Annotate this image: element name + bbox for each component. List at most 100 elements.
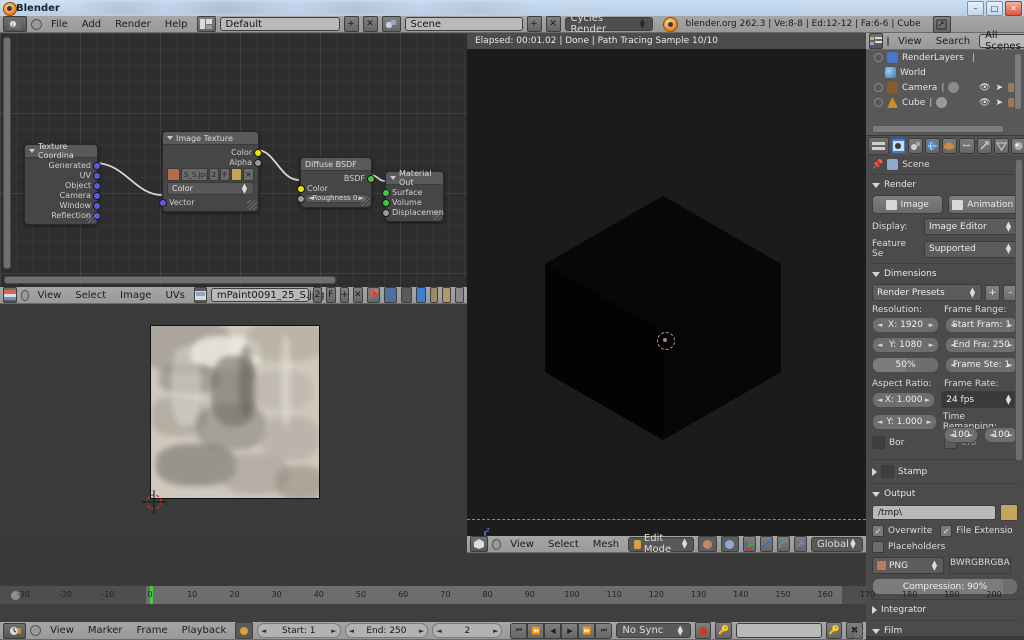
menu-marker[interactable]: Marker [83, 625, 128, 636]
chevron-right-icon[interactable] [872, 467, 877, 476]
aspect-x-field[interactable]: ◄ X: 1.000 ► [872, 391, 936, 408]
unlink-image-icon[interactable]: ✕ [243, 168, 254, 181]
jump-to-start-button[interactable]: ⏮ [510, 622, 528, 639]
arrow-left-icon[interactable]: ◄ [308, 194, 313, 202]
frame-step-field[interactable]: ◄ Frame Ste: 1 ► [945, 357, 1018, 373]
tab-material[interactable] [1010, 138, 1024, 154]
socket-icon[interactable] [93, 192, 101, 200]
color-mode-rgba[interactable]: RGBA [984, 558, 1010, 573]
play-button[interactable]: ▶ [561, 622, 579, 639]
socket-icon[interactable] [254, 149, 262, 157]
screen-layout-field[interactable]: Default [219, 17, 340, 31]
image-name-field[interactable]: S_S.jpg [181, 168, 208, 181]
start-frame-field[interactable]: ◄ Start Fram: 1 ► [945, 317, 1018, 333]
new-image-button[interactable]: + [339, 287, 350, 303]
collapse-triangle-icon[interactable] [167, 136, 173, 140]
timeline-ruler[interactable]: -50-40-30-20-100102030405060708090100110… [0, 586, 1002, 605]
collapse-triangle-icon[interactable] [390, 176, 396, 180]
editor-type-timeline-icon[interactable] [3, 622, 27, 639]
node-input-vector[interactable]: Vector [159, 197, 258, 207]
folder-browse-icon[interactable] [1000, 504, 1018, 521]
image-datablock-icon[interactable] [167, 168, 180, 181]
uv-select-face-icon[interactable] [442, 287, 452, 303]
pin-icon[interactable]: 📌 [366, 287, 380, 303]
next-keyframe-button[interactable]: ⏩ [578, 622, 596, 639]
tab-world[interactable] [925, 138, 941, 154]
stamp-checkbox[interactable] [881, 465, 894, 478]
tab-object[interactable] [942, 138, 958, 154]
node-material-output[interactable]: Material Out Surface Volume Displacemen [382, 169, 444, 222]
menu-search[interactable]: Search [931, 36, 975, 47]
uv-sync-icon[interactable] [383, 287, 398, 303]
minimize-button[interactable]: – [967, 1, 984, 16]
node-input-surface[interactable]: Surface [382, 187, 443, 197]
collapse-triangle-icon[interactable] [29, 149, 35, 153]
arrow-left-icon[interactable]: ◄ [877, 321, 882, 329]
section-film-header[interactable]: Film [866, 623, 1024, 636]
outliner-item-camera[interactable]: Camera | 👁 ➤ [866, 80, 1024, 95]
keying-set-field[interactable] [735, 623, 822, 638]
resolution-percentage-slider[interactable]: 50% [872, 357, 940, 373]
editor-type-info-icon[interactable]: i [3, 16, 27, 32]
arrow-right-icon[interactable]: ► [1008, 431, 1013, 439]
start-frame-field[interactable]: ◄ Start: 1 ► [256, 623, 341, 638]
arrow-right-icon[interactable]: ► [929, 341, 934, 349]
outliner-item-renderlayers[interactable]: RenderLayers | [866, 50, 1024, 65]
arrow-left-icon[interactable]: ◄ [949, 431, 954, 439]
chevron-down-icon[interactable] [872, 628, 880, 634]
add-layout-button[interactable]: + [343, 16, 359, 32]
outliner-display-mode[interactable]: All Scenes [979, 30, 1024, 52]
node-input-volume[interactable]: Volume [382, 197, 443, 207]
arrow-left-icon[interactable]: ◄ [950, 341, 955, 349]
uv-select-island-icon[interactable] [455, 287, 464, 303]
arrow-left-icon[interactable]: ◄ [261, 627, 266, 635]
outliner-item-world[interactable]: World [866, 65, 1024, 80]
node-output-alpha[interactable]: Alpha [163, 157, 262, 167]
end-frame-field[interactable]: ◄ End: 250 ► [344, 623, 429, 638]
arrow-left-icon[interactable]: ◄ [950, 361, 955, 369]
resize-grip-icon[interactable] [86, 213, 96, 223]
socket-icon[interactable] [382, 199, 390, 207]
render-presets-dropdown[interactable]: Render Presets ▲ ▼ [872, 284, 982, 301]
add-scene-button[interactable]: + [526, 16, 542, 32]
menu-help[interactable]: Help [160, 19, 193, 30]
overwrite-group[interactable]: ✓ Overwrite [872, 525, 932, 537]
menu-view[interactable]: View [505, 539, 539, 550]
fullscreen-toggle-icon[interactable] [932, 15, 951, 33]
menu-view[interactable]: View [33, 290, 67, 301]
chevron-down-icon[interactable] [872, 271, 880, 277]
expand-icon[interactable] [874, 83, 883, 92]
node-image-texture[interactable]: Image Texture Color Alpha S_S.jpg 2 F ✕ … [159, 131, 262, 212]
tab-scene[interactable] [907, 138, 924, 154]
chevron-down-icon[interactable] [872, 182, 880, 188]
section-integrator-header[interactable]: Integrator [866, 602, 1024, 618]
restrict-view-icon[interactable]: 👁 [979, 98, 990, 108]
uv-texture-image[interactable] [150, 325, 320, 499]
outliner-item-cube[interactable]: Cube | 👁 ➤ [866, 95, 1024, 110]
outliner-vscrollbar[interactable] [1014, 53, 1022, 110]
current-frame-field[interactable]: ◄ 2 ► [432, 623, 503, 638]
file-extension-group[interactable]: ✓ File Extensio [940, 525, 1013, 537]
aspect-y-field[interactable]: ◄ Y: 1.000 ► [872, 414, 937, 430]
arrow-left-icon[interactable]: ◄ [877, 341, 882, 349]
editor-type-uv-icon[interactable] [3, 287, 18, 303]
close-button[interactable]: ✕ [1005, 1, 1022, 16]
node-output-uv[interactable]: UV [25, 170, 101, 180]
restrict-select-icon[interactable]: ➤ [995, 98, 1003, 108]
transform-orientation-dropdown[interactable]: Global ▲ ▼ [810, 536, 863, 552]
editor-type-properties-icon[interactable] [868, 137, 889, 155]
menu-file[interactable]: File [46, 19, 73, 30]
placeholders-checkbox[interactable] [872, 541, 884, 553]
node-output-object[interactable]: Object [25, 180, 101, 190]
render-image-button[interactable]: Image [872, 195, 943, 214]
tab-render[interactable] [890, 138, 906, 154]
time-remap-old-field[interactable]: ◄ 100 ► [944, 427, 978, 443]
socket-icon[interactable] [93, 202, 101, 210]
node-input-color[interactable]: Color [297, 183, 371, 193]
restrict-view-icon[interactable]: 👁 [979, 83, 990, 93]
socket-icon[interactable] [93, 162, 101, 170]
time-remap-new-field[interactable]: ◄ 100 ► [984, 427, 1018, 443]
editor-type-outliner-icon[interactable] [869, 33, 883, 49]
render-result-canvas[interactable] [467, 49, 866, 519]
maximize-button[interactable]: □ [986, 1, 1003, 16]
